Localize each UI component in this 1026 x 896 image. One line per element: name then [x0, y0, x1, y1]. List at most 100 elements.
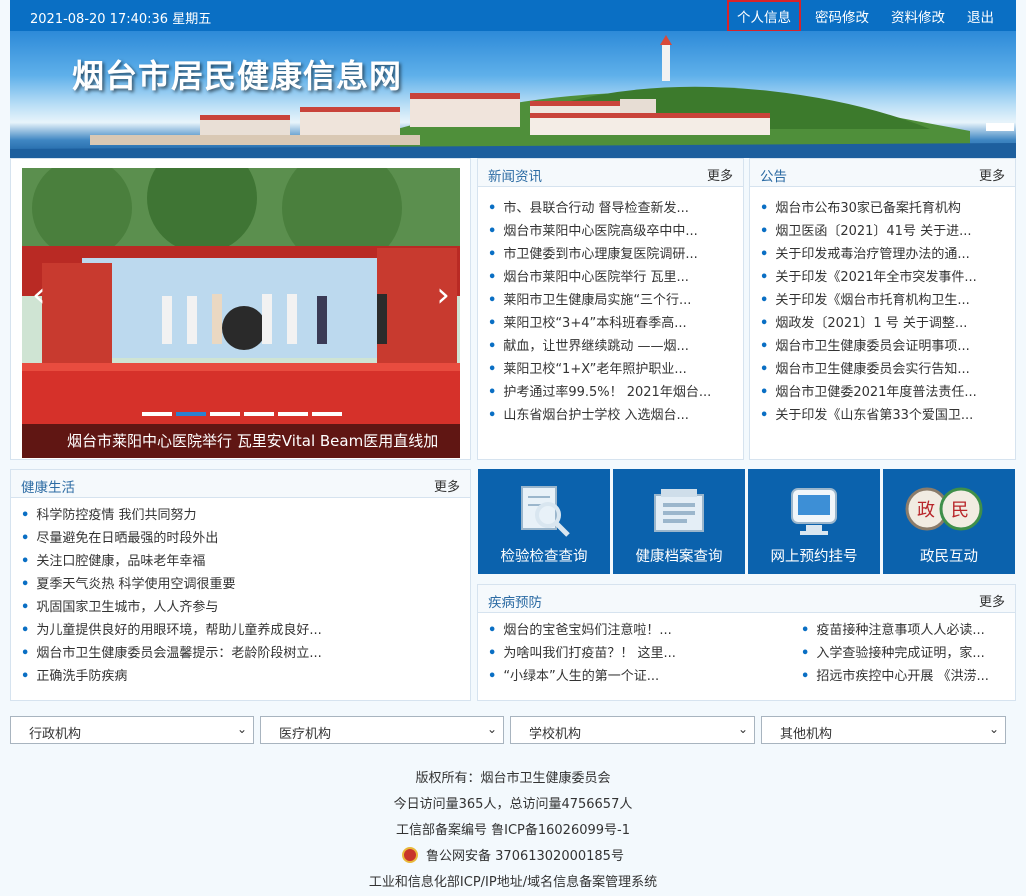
notice-panel-header: 公告 更多	[750, 159, 1015, 187]
other-org-select[interactable]: 其他机构 ⌄	[761, 716, 1006, 744]
tile-label: 网上预约挂号	[770, 549, 858, 565]
health-title: 健康生活	[21, 480, 75, 496]
site-banner: 烟台市居民健康信息网	[10, 31, 1016, 158]
notice-item[interactable]: 烟台市卫生健康委员会实行告知...	[760, 358, 1007, 381]
monitor-icon	[791, 488, 837, 535]
user-links: 个人信息 密码修改 资料修改 退出	[721, 0, 1002, 32]
disease-item[interactable]: 入学查验接种完成证明，家...	[801, 642, 1003, 665]
folder-archive-icon	[654, 489, 704, 532]
appointment-tile[interactable]: 网上预约挂号	[748, 469, 880, 574]
disease-title: 疾病预防	[488, 595, 542, 611]
notice-item[interactable]: 关于印发《烟台市托育机构卫生...	[760, 289, 1007, 312]
health-item[interactable]: 烟台市卫生健康委员会温馨提示：老龄阶段树立...	[21, 642, 462, 665]
lab-query-tile[interactable]: 检验检查查询	[478, 469, 610, 574]
health-item[interactable]: 科学防控疫情 我们共同努力	[21, 504, 462, 527]
news-item[interactable]: 烟台市莱阳中心医院高级卒中中...	[488, 220, 735, 243]
news-panel: 新闻资讯 更多 市、县联合行动 督导检查新发... 烟台市莱阳中心医院高级卒中中…	[477, 158, 744, 460]
slider-dot[interactable]	[312, 412, 342, 416]
health-list: 科学防控疫情 我们共同努力 尽量避免在日晒最强的时段外出 关注口腔健康，品味老年…	[11, 498, 470, 688]
select-value: 行政机构	[29, 727, 82, 742]
news-item[interactable]: 市、县联合行动 督导检查新发...	[488, 197, 735, 220]
slider-prev-icon[interactable]: ‹	[32, 278, 46, 312]
disease-panel-header: 疾病预防 更多	[478, 585, 1015, 613]
interaction-tile[interactable]: 政 民 政民互动	[883, 469, 1015, 574]
notice-item[interactable]: 烟卫医函〔2021〕41号 关于进...	[760, 220, 1007, 243]
svg-text:政: 政	[917, 500, 935, 521]
edit-info-link[interactable]: 资料修改	[883, 2, 953, 30]
footer-police[interactable]: 鲁公网安备 37061302000185号	[426, 849, 624, 864]
disease-item[interactable]: 疫苗接种注意事项人人必读...	[801, 619, 1003, 642]
health-item[interactable]: 巩固国家卫生城市，人人齐参与	[21, 596, 462, 619]
select-value: 医疗机构	[279, 727, 332, 742]
slider-next-icon[interactable]: ›	[436, 278, 450, 312]
footer-copyright: 版权所有：烟台市卫生健康委员会	[415, 771, 611, 786]
health-record-tile[interactable]: 健康档案查询	[613, 469, 745, 574]
notice-item[interactable]: 关于印发《2021年全市突发事件...	[760, 266, 1007, 289]
disease-list-right: 疫苗接种注意事项人人必读... 入学查验接种完成证明，家... 招远市疾控中心开…	[791, 615, 1011, 688]
magnifier-doc-icon	[521, 486, 570, 537]
slider-caption[interactable]: 烟台市莱阳中心医院举行 瓦里安Vital Beam医用直线加	[22, 424, 460, 458]
news-item[interactable]: 献血，让世界继续跳动 ——烟...	[488, 335, 735, 358]
select-value: 其他机构	[780, 727, 833, 742]
logout-link[interactable]: 退出	[959, 2, 1002, 30]
health-more-link[interactable]: 更多	[434, 476, 460, 495]
notice-list: 烟台市公布30家已备案托育机构 烟卫医函〔2021〕41号 关于进... 关于印…	[750, 187, 1015, 427]
medical-org-select[interactable]: 医疗机构 ⌄	[260, 716, 504, 744]
tile-label: 健康档案查询	[635, 549, 723, 565]
notice-item[interactable]: 烟台市卫健委2021年度普法责任...	[760, 381, 1007, 404]
notice-title: 公告	[760, 169, 787, 185]
disease-panel: 疾病预防 更多 烟台的宝爸宝妈们注意啦！... 为啥叫我们打疫苗？！ 这里...…	[477, 584, 1016, 701]
news-more-link[interactable]: 更多	[707, 165, 733, 184]
slider-dot[interactable]	[244, 412, 274, 416]
slider-dot-active[interactable]	[176, 412, 206, 416]
site-title: 烟台市居民健康信息网	[72, 57, 403, 95]
footer-system[interactable]: 工业和信息化部ICP/IP地址/域名信息备案管理系统	[0, 870, 1026, 896]
notice-item[interactable]: 烟台市卫生健康委员会证明事项...	[760, 335, 1007, 358]
health-item[interactable]: 正确洗手防疾病	[21, 665, 462, 688]
svg-text:民: 民	[951, 500, 969, 521]
notice-item[interactable]: 烟台市公布30家已备案托育机构	[760, 197, 1007, 220]
health-item[interactable]: 为儿童提供良好的用眼环境，帮助儿童养成良好...	[21, 619, 462, 642]
tile-label: 检验检查查询	[500, 549, 588, 565]
disease-item[interactable]: “小绿本”人生的第一个证...	[488, 665, 740, 688]
police-badge-icon	[402, 847, 419, 863]
news-item[interactable]: 护考通过率99.5%！ 2021年烟台...	[488, 381, 735, 404]
gov-people-icon: 政 民	[905, 487, 983, 531]
disease-item[interactable]: 烟台的宝爸宝妈们注意啦！...	[488, 619, 740, 642]
footer-police-row: 鲁公网安备 37061302000185号	[0, 844, 1026, 870]
profile-link[interactable]: 个人信息	[727, 0, 801, 32]
disease-more-link[interactable]: 更多	[979, 591, 1005, 610]
health-item[interactable]: 关注口腔健康，品味老年幸福	[21, 550, 462, 573]
news-item[interactable]: 莱阳卫校“3+4”本科班春季高...	[488, 312, 735, 335]
disease-list-left: 烟台的宝爸宝妈们注意啦！... 为啥叫我们打疫苗？！ 这里... “小绿本”人生…	[478, 615, 748, 688]
notice-item[interactable]: 烟政发〔2021〕1 号 关于调整...	[760, 312, 1007, 335]
notice-item[interactable]: 关于印发《山东省第33个爱国卫...	[760, 404, 1007, 427]
site-footer: 版权所有：烟台市卫生健康委员会 今日访问量365人，总访问量4756657人 工…	[0, 766, 1026, 896]
slider-dot[interactable]	[142, 412, 172, 416]
news-item[interactable]: 山东省烟台护士学校 入选烟台...	[488, 404, 735, 427]
news-item[interactable]: 烟台市莱阳中心医院举行 瓦里...	[488, 266, 735, 289]
top-bar: 2021-08-20 17:40:36 星期五 个人信息 密码修改 资料修改 退…	[10, 0, 1016, 32]
chevron-down-icon: ⌄	[486, 722, 497, 736]
health-panel: 健康生活 更多 科学防控疫情 我们共同努力 尽量避免在日晒最强的时段外出 关注口…	[10, 469, 471, 701]
news-title: 新闻资讯	[488, 169, 542, 185]
notice-more-link[interactable]: 更多	[979, 165, 1005, 184]
school-org-select[interactable]: 学校机构 ⌄	[510, 716, 755, 744]
news-item[interactable]: 莱阳市卫生健康局实施“三个行...	[488, 289, 735, 312]
select-value: 学校机构	[529, 727, 582, 742]
slider-dot[interactable]	[278, 412, 308, 416]
slider-dot[interactable]	[210, 412, 240, 416]
news-item[interactable]: 市卫健委到市心理康复医院调研...	[488, 243, 735, 266]
disease-item[interactable]: 为啥叫我们打疫苗？！ 这里...	[488, 642, 740, 665]
health-item[interactable]: 夏季天气炎热 科学使用空调很重要	[21, 573, 462, 596]
admin-org-select[interactable]: 行政机构 ⌄	[10, 716, 254, 744]
health-item[interactable]: 尽量避免在日晒最强的时段外出	[21, 527, 462, 550]
change-password-link[interactable]: 密码修改	[807, 2, 877, 30]
notice-item[interactable]: 关于印发戒毒治疗管理办法的通...	[760, 243, 1007, 266]
notice-panel: 公告 更多 烟台市公布30家已备案托育机构 烟卫医函〔2021〕41号 关于进.…	[749, 158, 1016, 460]
datetime-display: 2021-08-20 17:40:36 星期五	[30, 12, 212, 27]
disease-item[interactable]: 招远市疾控中心开展 《洪涝...	[801, 665, 1003, 688]
news-item[interactable]: 莱阳卫校“1+X”老年照护职业...	[488, 358, 735, 381]
footer-icp[interactable]: 工信部备案编号 鲁ICP备16026099号-1	[0, 818, 1026, 844]
news-slider[interactable]: ‹ › 烟台市莱阳中心医院举行 瓦里安Vital Beam医用直线加	[22, 168, 460, 458]
